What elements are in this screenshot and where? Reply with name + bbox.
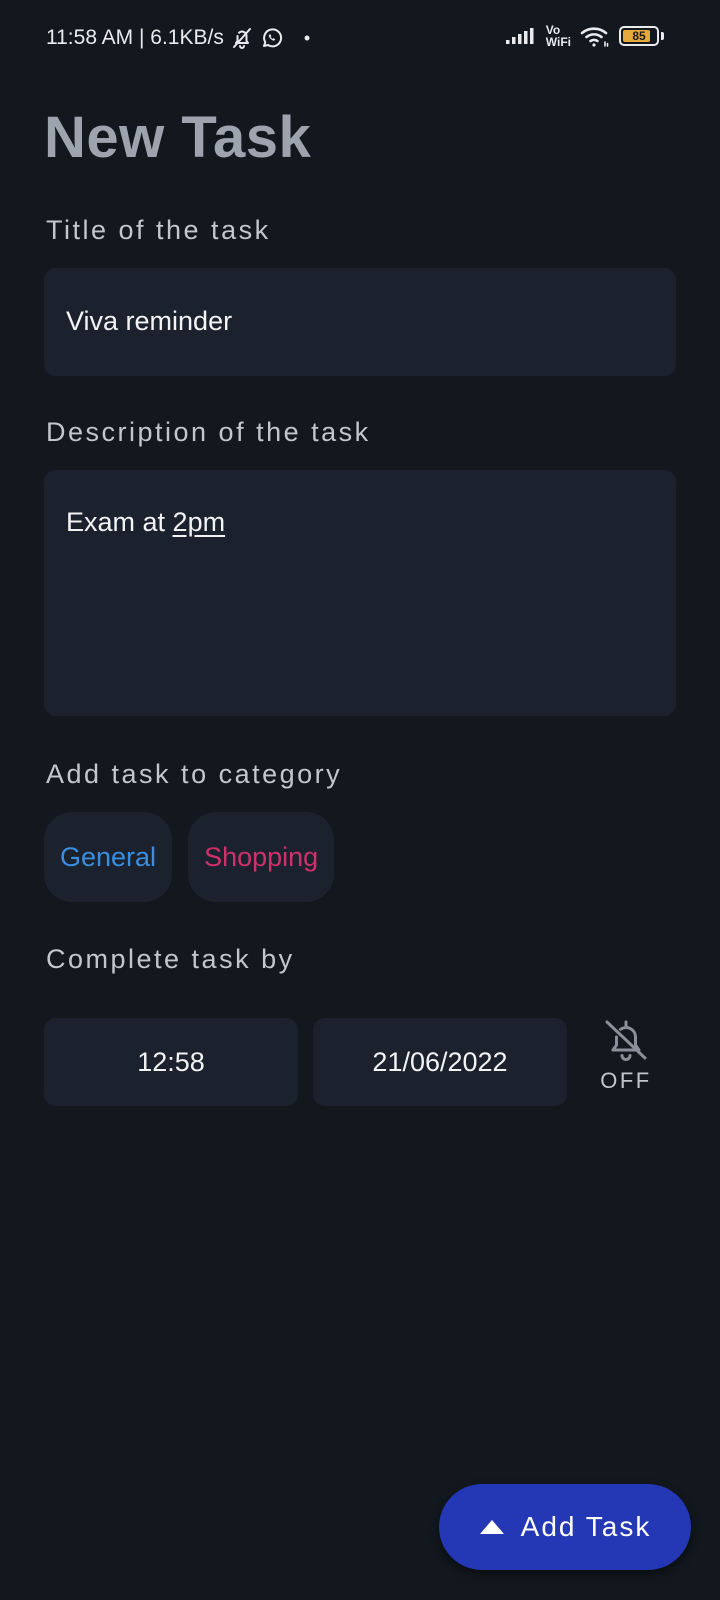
status-right: Vo WiFi 85 — [505, 24, 664, 48]
description-text: Exam at — [66, 507, 173, 537]
title-label: Title of the task — [46, 215, 271, 245]
description-time-link[interactable]: 2pm — [173, 507, 226, 537]
time-picker[interactable]: 12:58 — [44, 1018, 298, 1106]
status-dot: • — [303, 27, 311, 48]
battery-icon: 85 — [619, 26, 659, 46]
add-task-label: Add Task — [520, 1511, 652, 1542]
category-chips: General Shopping — [44, 812, 335, 902]
date-value: 21/06/2022 — [372, 1046, 508, 1077]
status-time-speed: 11:58 AM | 6.1KB/s — [46, 26, 224, 49]
description-input[interactable]: Exam at 2pm — [44, 470, 676, 716]
date-picker[interactable]: 21/06/2022 — [313, 1018, 567, 1106]
battery-nub — [661, 32, 664, 40]
arrow-up-triangle-icon — [479, 1518, 505, 1536]
deadline-label: Complete task by — [46, 944, 295, 974]
status-bar: 11:58 AM | 6.1KB/s • Vo WiFi 85 — [0, 0, 720, 80]
title-input-value: Viva reminder — [66, 306, 233, 336]
alarm-off-icon — [599, 1016, 653, 1064]
title-input[interactable]: Viva reminder — [44, 268, 676, 376]
battery-level: 85 — [632, 29, 646, 43]
signal-icon — [505, 26, 538, 46]
wifi-icon — [579, 24, 611, 48]
vowifi-wifi: WiFi — [545, 35, 571, 49]
vowifi-indicator: Vo WiFi — [546, 24, 571, 48]
description-label: Description of the task — [46, 417, 371, 447]
whatsapp-icon — [260, 26, 284, 50]
add-task-button[interactable]: Add Task — [439, 1484, 691, 1570]
alarm-toggle[interactable]: OFF — [596, 1016, 656, 1094]
category-label: Add task to category — [46, 759, 343, 789]
time-value: 12:58 — [137, 1046, 205, 1077]
category-chip-shopping[interactable]: Shopping — [188, 812, 335, 902]
category-chip-general[interactable]: General — [44, 812, 173, 902]
bell-off-icon — [230, 26, 254, 50]
status-left: 11:58 AM | 6.1KB/s • — [46, 26, 310, 50]
page-title: New Task — [44, 105, 312, 170]
alarm-status: OFF — [600, 1068, 652, 1093]
